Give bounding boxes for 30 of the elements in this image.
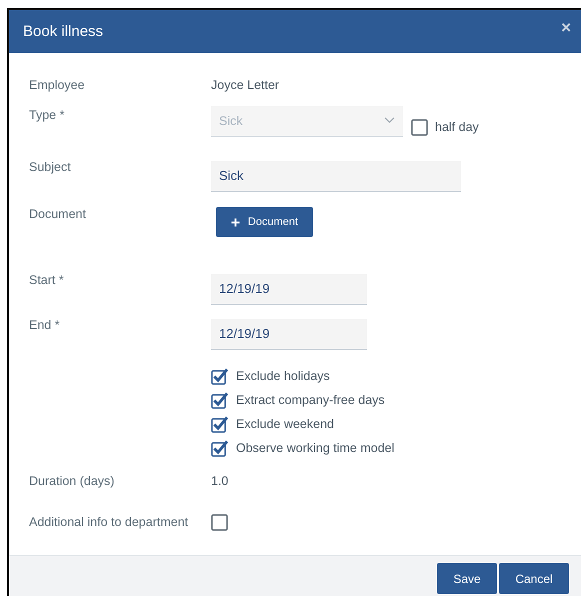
field-label: Duration (days): [29, 474, 114, 488]
checkbox-label: half day: [435, 120, 479, 134]
field-label: Employee: [29, 78, 85, 92]
field-value: 1.0: [211, 474, 228, 488]
checkbox[interactable]: [211, 514, 228, 530]
field-label: Document: [29, 207, 86, 221]
field-value: Joyce Letter: [211, 78, 280, 92]
date-field[interactable]: 12/19/19: [211, 318, 367, 350]
checked-checkbox[interactable]: [211, 392, 228, 408]
field-label: Start *: [29, 273, 64, 287]
subject-field[interactable]: Sick: [211, 160, 461, 192]
close-button[interactable]: ×: [561, 18, 571, 38]
field-label: Subject: [29, 160, 71, 174]
chevron-down-icon: [384, 117, 395, 124]
add-document-button[interactable]: Document: [216, 207, 313, 237]
plus-icon: [230, 218, 240, 226]
checkbox-label: Observe working time model: [236, 441, 394, 455]
field-label: Type *: [29, 108, 64, 122]
field-label: End *: [29, 318, 60, 332]
cancel-button[interactable]: Cancel: [499, 563, 569, 594]
field-label: Additional info to department: [29, 515, 188, 529]
checked-checkbox[interactable]: [211, 368, 228, 384]
dialog-title: Book illness: [23, 23, 104, 40]
save-button[interactable]: Save: [437, 563, 497, 594]
checkbox-label: Exclude weekend: [236, 417, 334, 431]
checkbox-label: Exclude holidays: [236, 369, 330, 383]
checkbox-label: Extract company-free days: [236, 393, 385, 407]
checked-checkbox[interactable]: [211, 440, 228, 456]
date-field[interactable]: 12/19/19: [211, 274, 367, 304]
checked-checkbox[interactable]: [211, 416, 228, 432]
